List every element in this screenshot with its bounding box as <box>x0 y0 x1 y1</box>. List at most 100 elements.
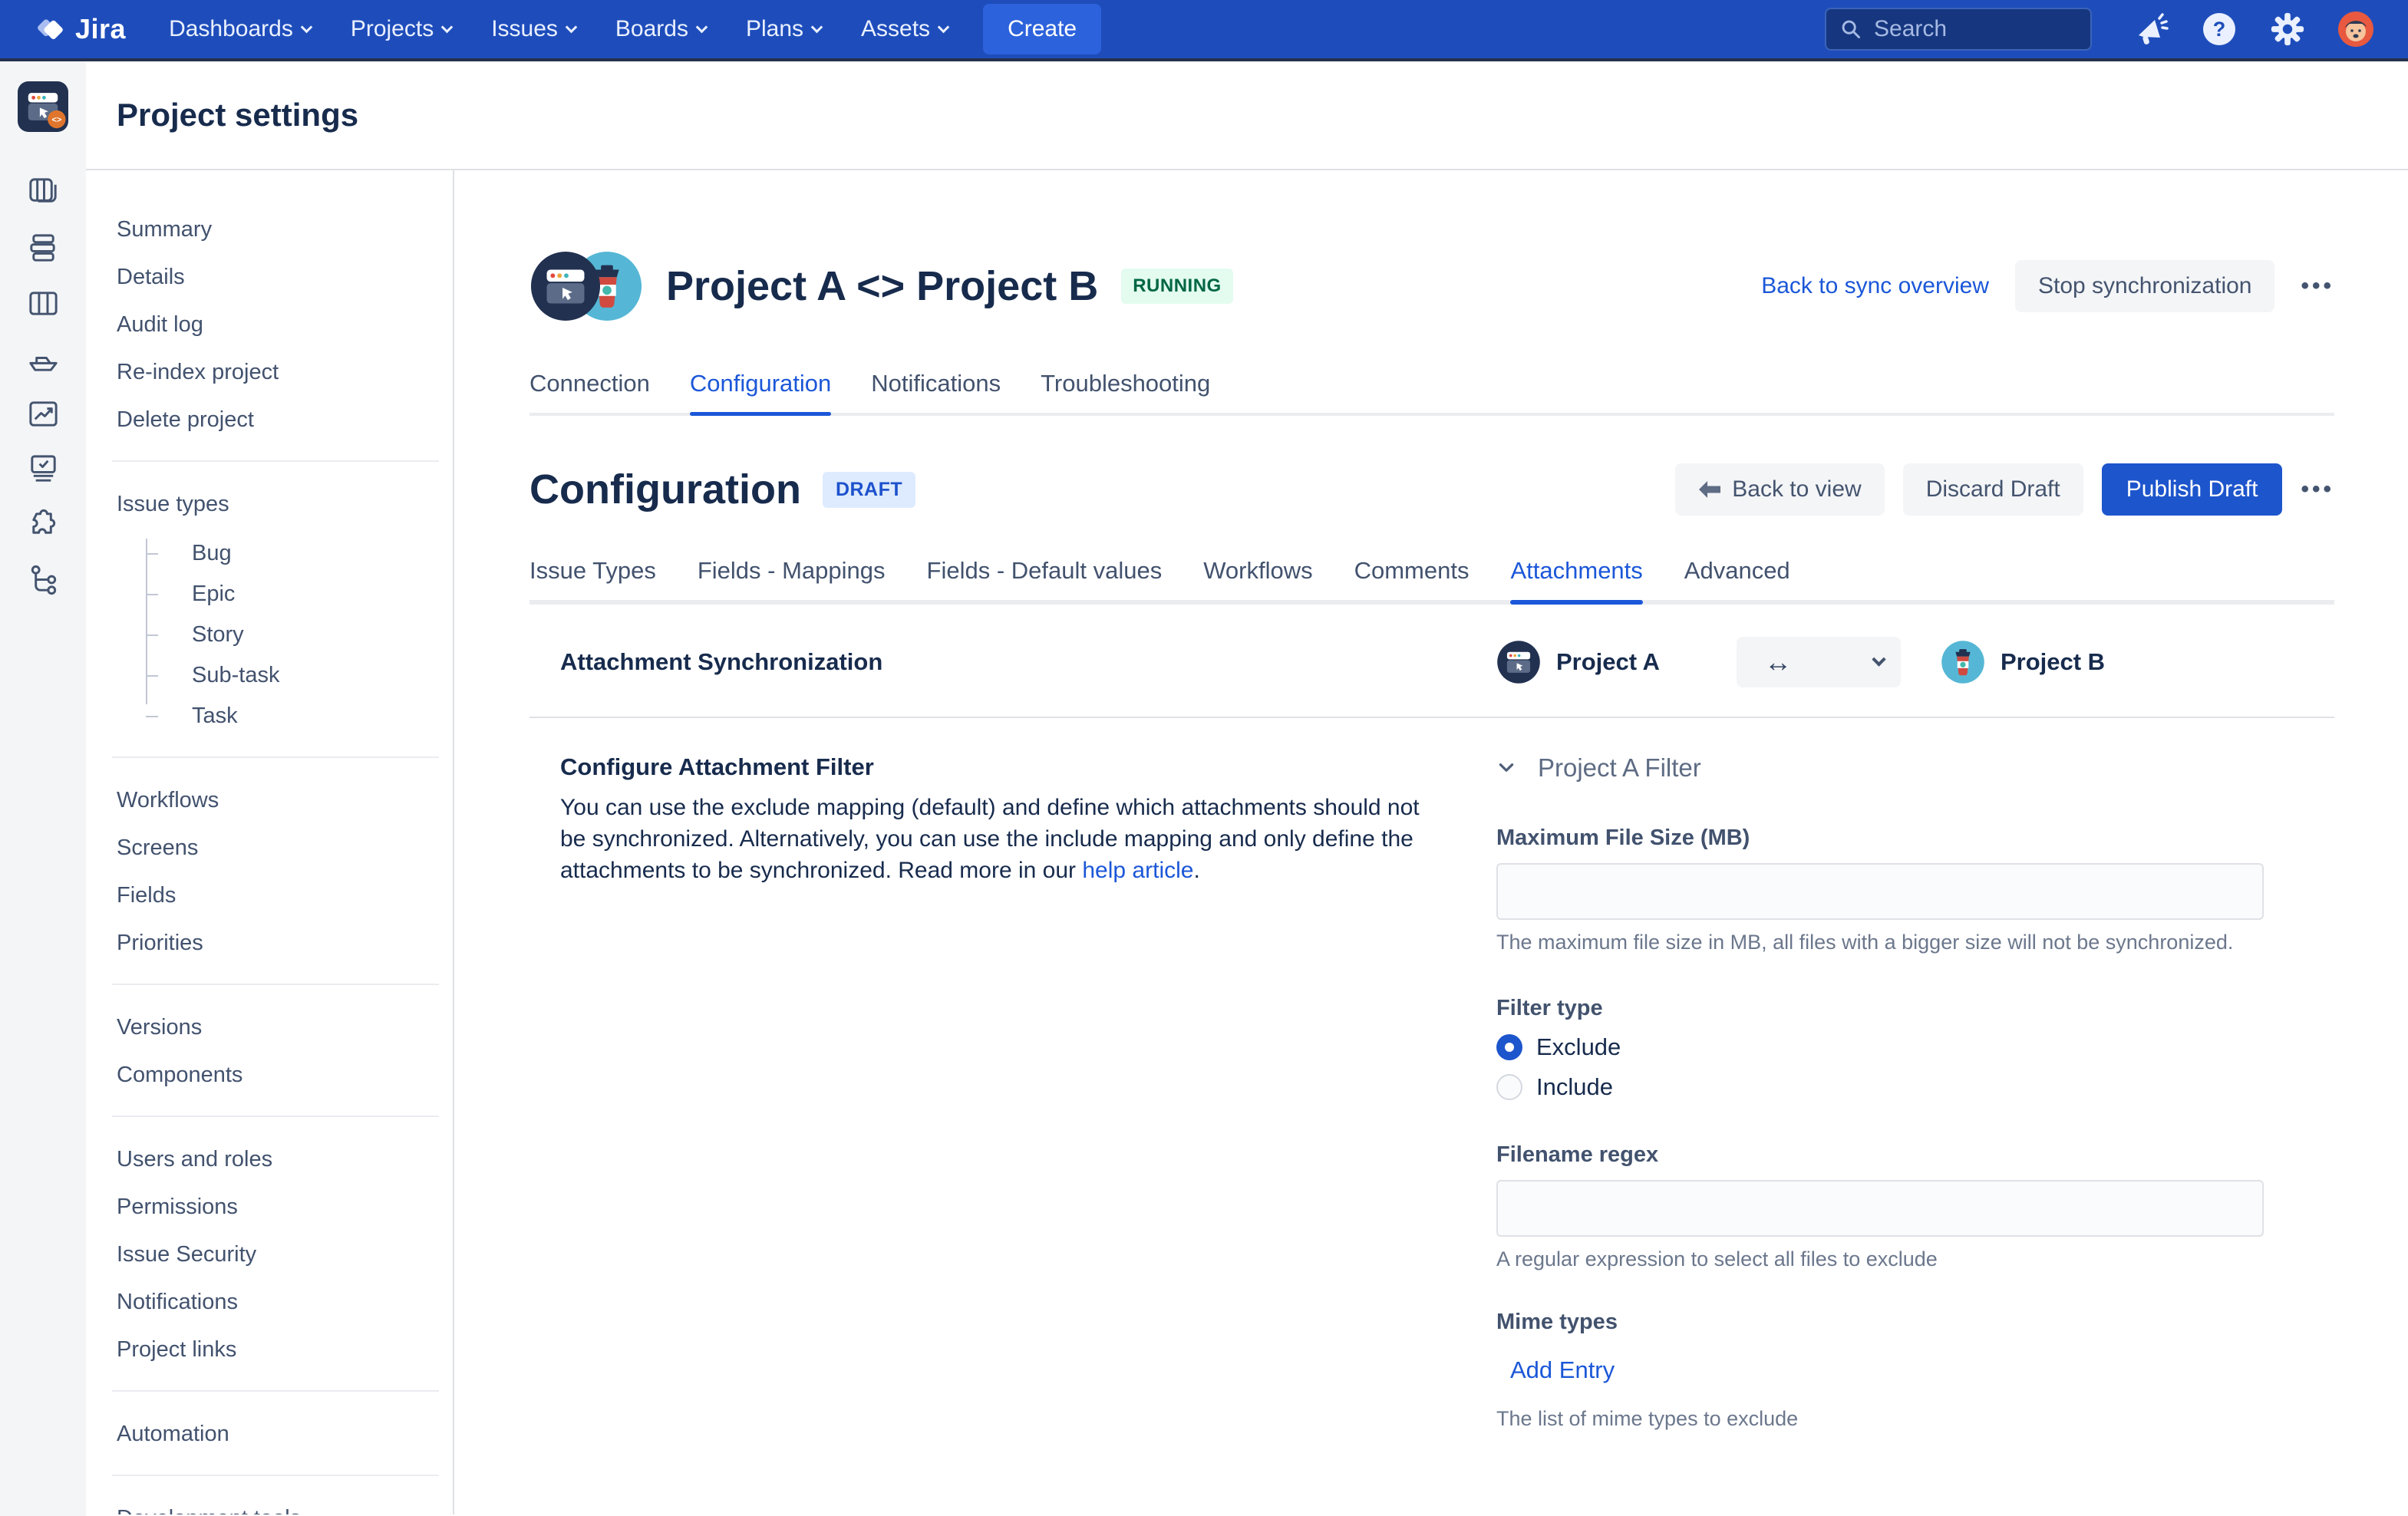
back-to-view-button[interactable]: Back to view <box>1675 463 1884 516</box>
sidebar-item-permissions[interactable]: Permissions <box>117 1195 439 1218</box>
sidebar-item-project-links[interactable]: Project links <box>117 1338 439 1361</box>
nav-assets[interactable]: Assets <box>861 16 948 42</box>
subtab-workflows[interactable]: Workflows <box>1203 557 1312 600</box>
filter-type-option-include[interactable]: Include <box>1496 1073 2334 1101</box>
nav-menu: Dashboards Projects Issues Boards Plans … <box>169 16 948 42</box>
sidebar-item-development-tools[interactable]: Development tools <box>117 1507 439 1514</box>
project-b-avatar-small <box>1941 640 1985 684</box>
megaphone-icon[interactable] <box>2132 11 2169 48</box>
subtab-fields-default-values[interactable]: Fields - Default values <box>927 557 1163 600</box>
subtab-attachments[interactable]: Attachments <box>1510 557 1642 600</box>
sync-direction-select[interactable]: ↔ <box>1737 637 1901 687</box>
more-actions-button[interactable]: ••• <box>2301 273 2334 299</box>
sidebar-item-issue-security[interactable]: Issue Security <box>117 1243 439 1266</box>
nav-projects[interactable]: Projects <box>351 16 451 42</box>
sidebar-divider <box>112 1390 439 1392</box>
help-article-link[interactable]: help article <box>1082 858 1193 883</box>
brand-name: Jira <box>75 13 126 45</box>
reports-icon[interactable] <box>25 396 61 432</box>
chevron-down-icon <box>301 21 313 33</box>
search-input[interactable] <box>1874 16 2058 42</box>
subtab-issue-types[interactable]: Issue Types <box>529 557 656 600</box>
max-file-size-help: The maximum file size in MB, all files w… <box>1496 931 2334 954</box>
jira-logo[interactable]: Jira <box>35 13 126 45</box>
board-columns-icon[interactable] <box>25 285 61 321</box>
top-navigation-bar: Jira Dashboards Projects Issues Boards P… <box>0 0 2408 61</box>
filter-type-option-exclude[interactable]: Exclude <box>1496 1033 2334 1061</box>
sidebar-item-issue-types[interactable]: Issue types <box>117 493 439 516</box>
addons-icon[interactable] <box>25 506 61 542</box>
sidebar-item-components[interactable]: Components <box>117 1063 439 1086</box>
sidebar-item-versions[interactable]: Versions <box>117 1016 439 1039</box>
chevron-down-icon <box>1496 758 1516 778</box>
filter-heading: Configure Attachment Filter <box>560 753 1496 781</box>
sidebar-item-automation[interactable]: Automation <box>117 1422 439 1445</box>
max-file-size-input[interactable] <box>1496 863 2264 920</box>
create-button[interactable]: Create <box>983 4 1101 54</box>
jira-logo-icon <box>35 13 68 45</box>
sidebar-item-sub-task[interactable]: Sub-task <box>117 664 439 687</box>
sidebar-item-workflows[interactable]: Workflows <box>117 789 439 812</box>
sidebar-item-delete-project[interactable]: Delete project <box>117 408 439 431</box>
chevron-down-icon <box>441 21 454 33</box>
sidebar-item-priorities[interactable]: Priorities <box>117 931 439 954</box>
project-avatar[interactable]: <> <box>18 81 68 132</box>
issues-icon[interactable] <box>25 451 61 487</box>
subtab-fields-mappings[interactable]: Fields - Mappings <box>698 557 886 600</box>
nav-issues[interactable]: Issues <box>491 16 576 42</box>
queues-icon[interactable] <box>25 230 61 266</box>
sidebar-item-screens[interactable]: Screens <box>117 836 439 859</box>
filter-type-label: Filter type <box>1496 996 2334 1021</box>
sidebar-item-users-and-roles[interactable]: Users and roles <box>117 1148 439 1171</box>
publish-draft-button[interactable]: Publish Draft <box>2102 463 2283 516</box>
sidebar-divider <box>112 984 439 985</box>
project-a-avatar-small <box>1496 640 1541 684</box>
chevron-down-icon <box>1872 652 1885 666</box>
tab-configuration[interactable]: Configuration <box>690 370 831 413</box>
sidebar-item-summary[interactable]: Summary <box>117 218 439 241</box>
project-a-filter-toggle[interactable]: Project A Filter <box>1496 753 2334 783</box>
sidebar-item-details[interactable]: Details <box>117 265 439 288</box>
sync-avatar-pair <box>529 250 643 322</box>
issue-types-tree: Bug Epic Story Sub-task Task <box>117 542 439 727</box>
radio-selected[interactable] <box>1496 1034 1522 1060</box>
discard-draft-button[interactable]: Discard Draft <box>1903 463 2083 516</box>
radio-unselected[interactable] <box>1496 1074 1522 1100</box>
sidebar-item-epic[interactable]: Epic <box>117 582 439 605</box>
filename-regex-help: A regular expression to select all files… <box>1496 1247 2334 1271</box>
project-settings-tree-icon[interactable] <box>25 562 61 598</box>
sync-header: Project A <> Project B RUNNING Back to s… <box>529 250 2334 322</box>
gear-icon[interactable] <box>2270 12 2305 47</box>
sidebar-item-audit-log[interactable]: Audit log <box>117 313 439 336</box>
subtab-advanced[interactable]: Advanced <box>1684 557 1790 600</box>
sidebar-item-notifications[interactable]: Notifications <box>117 1290 439 1313</box>
project-a-filter-title: Project A Filter <box>1538 753 1701 783</box>
chevron-down-icon <box>696 21 708 33</box>
tab-troubleshooting[interactable]: Troubleshooting <box>1041 370 1210 413</box>
subtab-comments[interactable]: Comments <box>1354 557 1470 600</box>
sidebar-item-reindex-project[interactable]: Re-index project <box>117 361 439 384</box>
boards-icon[interactable] <box>25 175 61 211</box>
sidebar-item-task[interactable]: Task <box>117 704 439 727</box>
project-icon-rail: <> <box>0 61 86 1516</box>
config-more-button[interactable]: ••• <box>2301 476 2334 503</box>
max-file-size-label: Maximum File Size (MB) <box>1496 826 2334 851</box>
sidebar-divider <box>112 1475 439 1476</box>
filename-regex-input[interactable] <box>1496 1180 2264 1237</box>
stop-synchronization-button[interactable]: Stop synchronization <box>2015 260 2275 312</box>
mime-types-help: The list of mime types to exclude <box>1496 1407 2334 1431</box>
sidebar-item-story[interactable]: Story <box>117 623 439 646</box>
releases-icon[interactable] <box>25 341 61 377</box>
back-to-sync-overview-link[interactable]: Back to sync overview <box>1761 273 1989 299</box>
tab-connection[interactable]: Connection <box>529 370 650 413</box>
sidebar-item-bug[interactable]: Bug <box>117 542 439 565</box>
sidebar-item-fields[interactable]: Fields <box>117 884 439 907</box>
help-icon[interactable]: ? <box>2201 11 2238 48</box>
tab-notifications[interactable]: Notifications <box>871 370 1001 413</box>
user-avatar[interactable] <box>2337 11 2374 48</box>
nav-boards[interactable]: Boards <box>615 16 706 42</box>
add-entry-link[interactable]: Add Entry <box>1510 1356 1615 1383</box>
nav-plans[interactable]: Plans <box>746 16 821 42</box>
nav-dashboards[interactable]: Dashboards <box>169 16 311 42</box>
search-box[interactable] <box>1825 8 2092 51</box>
